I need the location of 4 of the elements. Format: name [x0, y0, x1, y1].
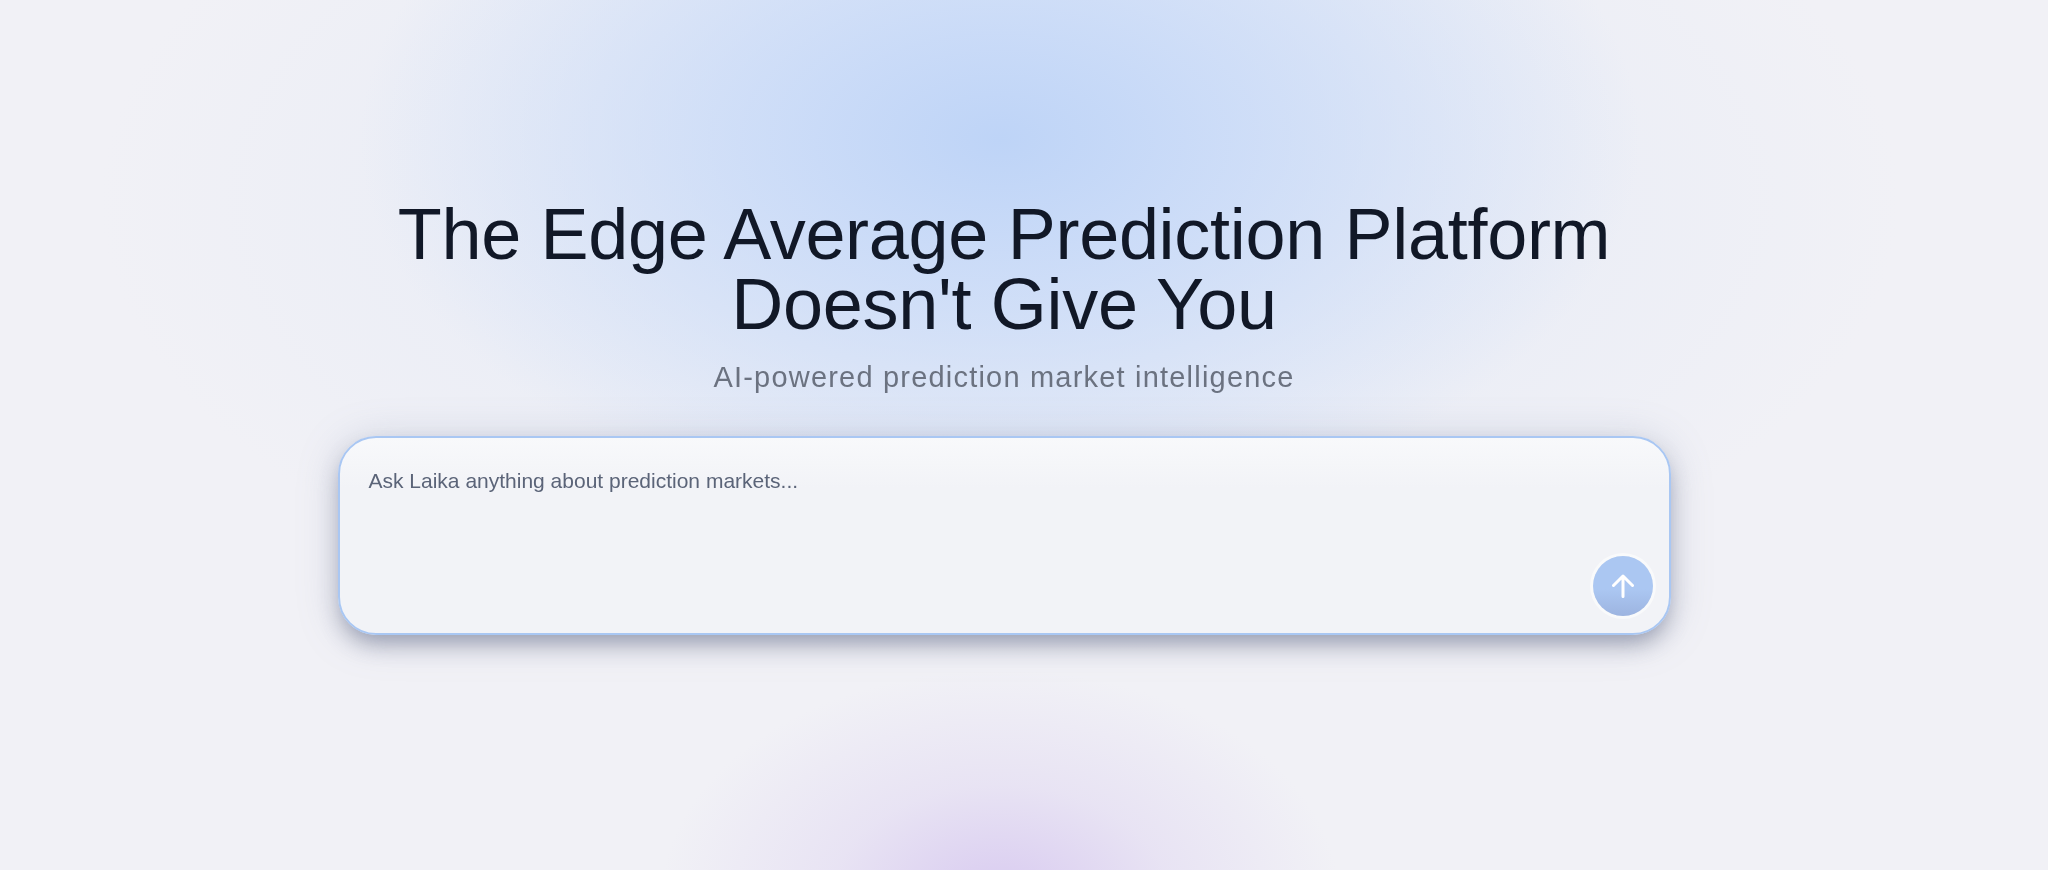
subtitle: AI-powered prediction market intelligence — [713, 360, 1295, 395]
arrow-up-icon — [1611, 574, 1634, 598]
headline: The Edge Average Prediction Platform Doesn't Give You — [396, 199, 1612, 339]
chat-input-field[interactable]: Ask Laika anything about prediction markets... — [337, 436, 1671, 635]
